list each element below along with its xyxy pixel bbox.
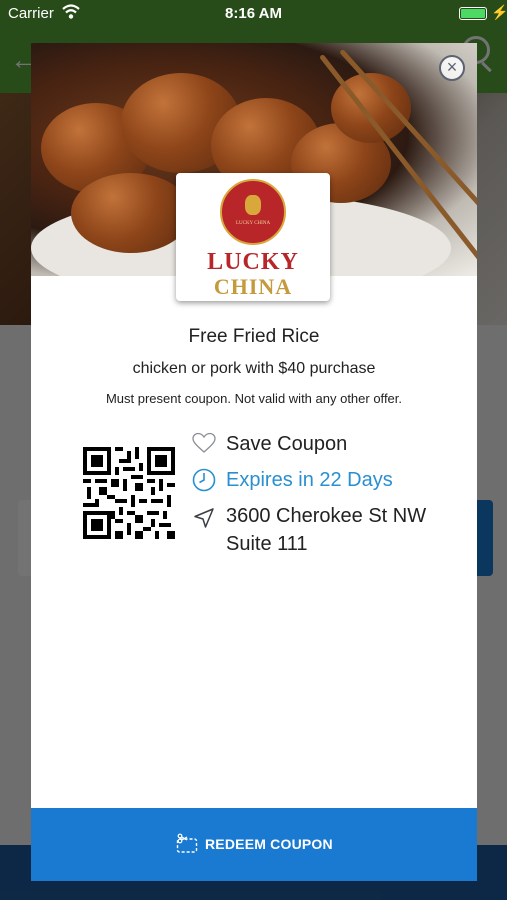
lantern-icon (245, 195, 261, 215)
status-bar: Carrier 8:16 AM ⚡ (0, 0, 507, 28)
expiration-label: Expires in 22 Days (226, 469, 393, 491)
logo-emblem: LUCKY CHINA (220, 179, 286, 245)
logo-text-china: CHINA (213, 274, 293, 299)
redeem-coupon-button[interactable]: REDEEM COUPON (31, 808, 477, 881)
heart-icon (192, 432, 216, 453)
battery-icon (459, 7, 487, 20)
offer-subtitle: chicken or pork with $40 purchase (132, 360, 376, 377)
offer-title: Free Fried Rice (188, 326, 320, 347)
address-line-2: Suite 111 (226, 533, 308, 555)
restaurant-logo: LUCKY CHINA LUCKY CHINA (176, 173, 330, 301)
clock-icon (192, 468, 216, 492)
charging-icon: ⚡ (491, 4, 507, 20)
scissors-coupon-icon (176, 833, 198, 853)
clock: 8:16 AM (225, 5, 282, 22)
chicken-piece (71, 173, 191, 253)
redeem-content: REDEEM COUPON (176, 833, 333, 857)
close-button[interactable]: × (439, 55, 465, 81)
address-line-1: 3600 Cherokee St NW (226, 505, 427, 527)
logo-text-lucky: LUCKY (207, 249, 299, 275)
save-coupon-label: Save Coupon (226, 433, 348, 455)
logo-emblem-text: LUCKY CHINA (235, 221, 271, 226)
coupon-modal: × LUCKY CHINA LUCKY CHINA Free Fried Ric… (31, 43, 477, 881)
offer-terms: Must present coupon. Not valid with any … (105, 391, 403, 406)
qr-code (83, 447, 175, 539)
redeem-coupon-label: REDEEM COUPON (205, 836, 333, 852)
location-arrow-icon (194, 508, 214, 528)
